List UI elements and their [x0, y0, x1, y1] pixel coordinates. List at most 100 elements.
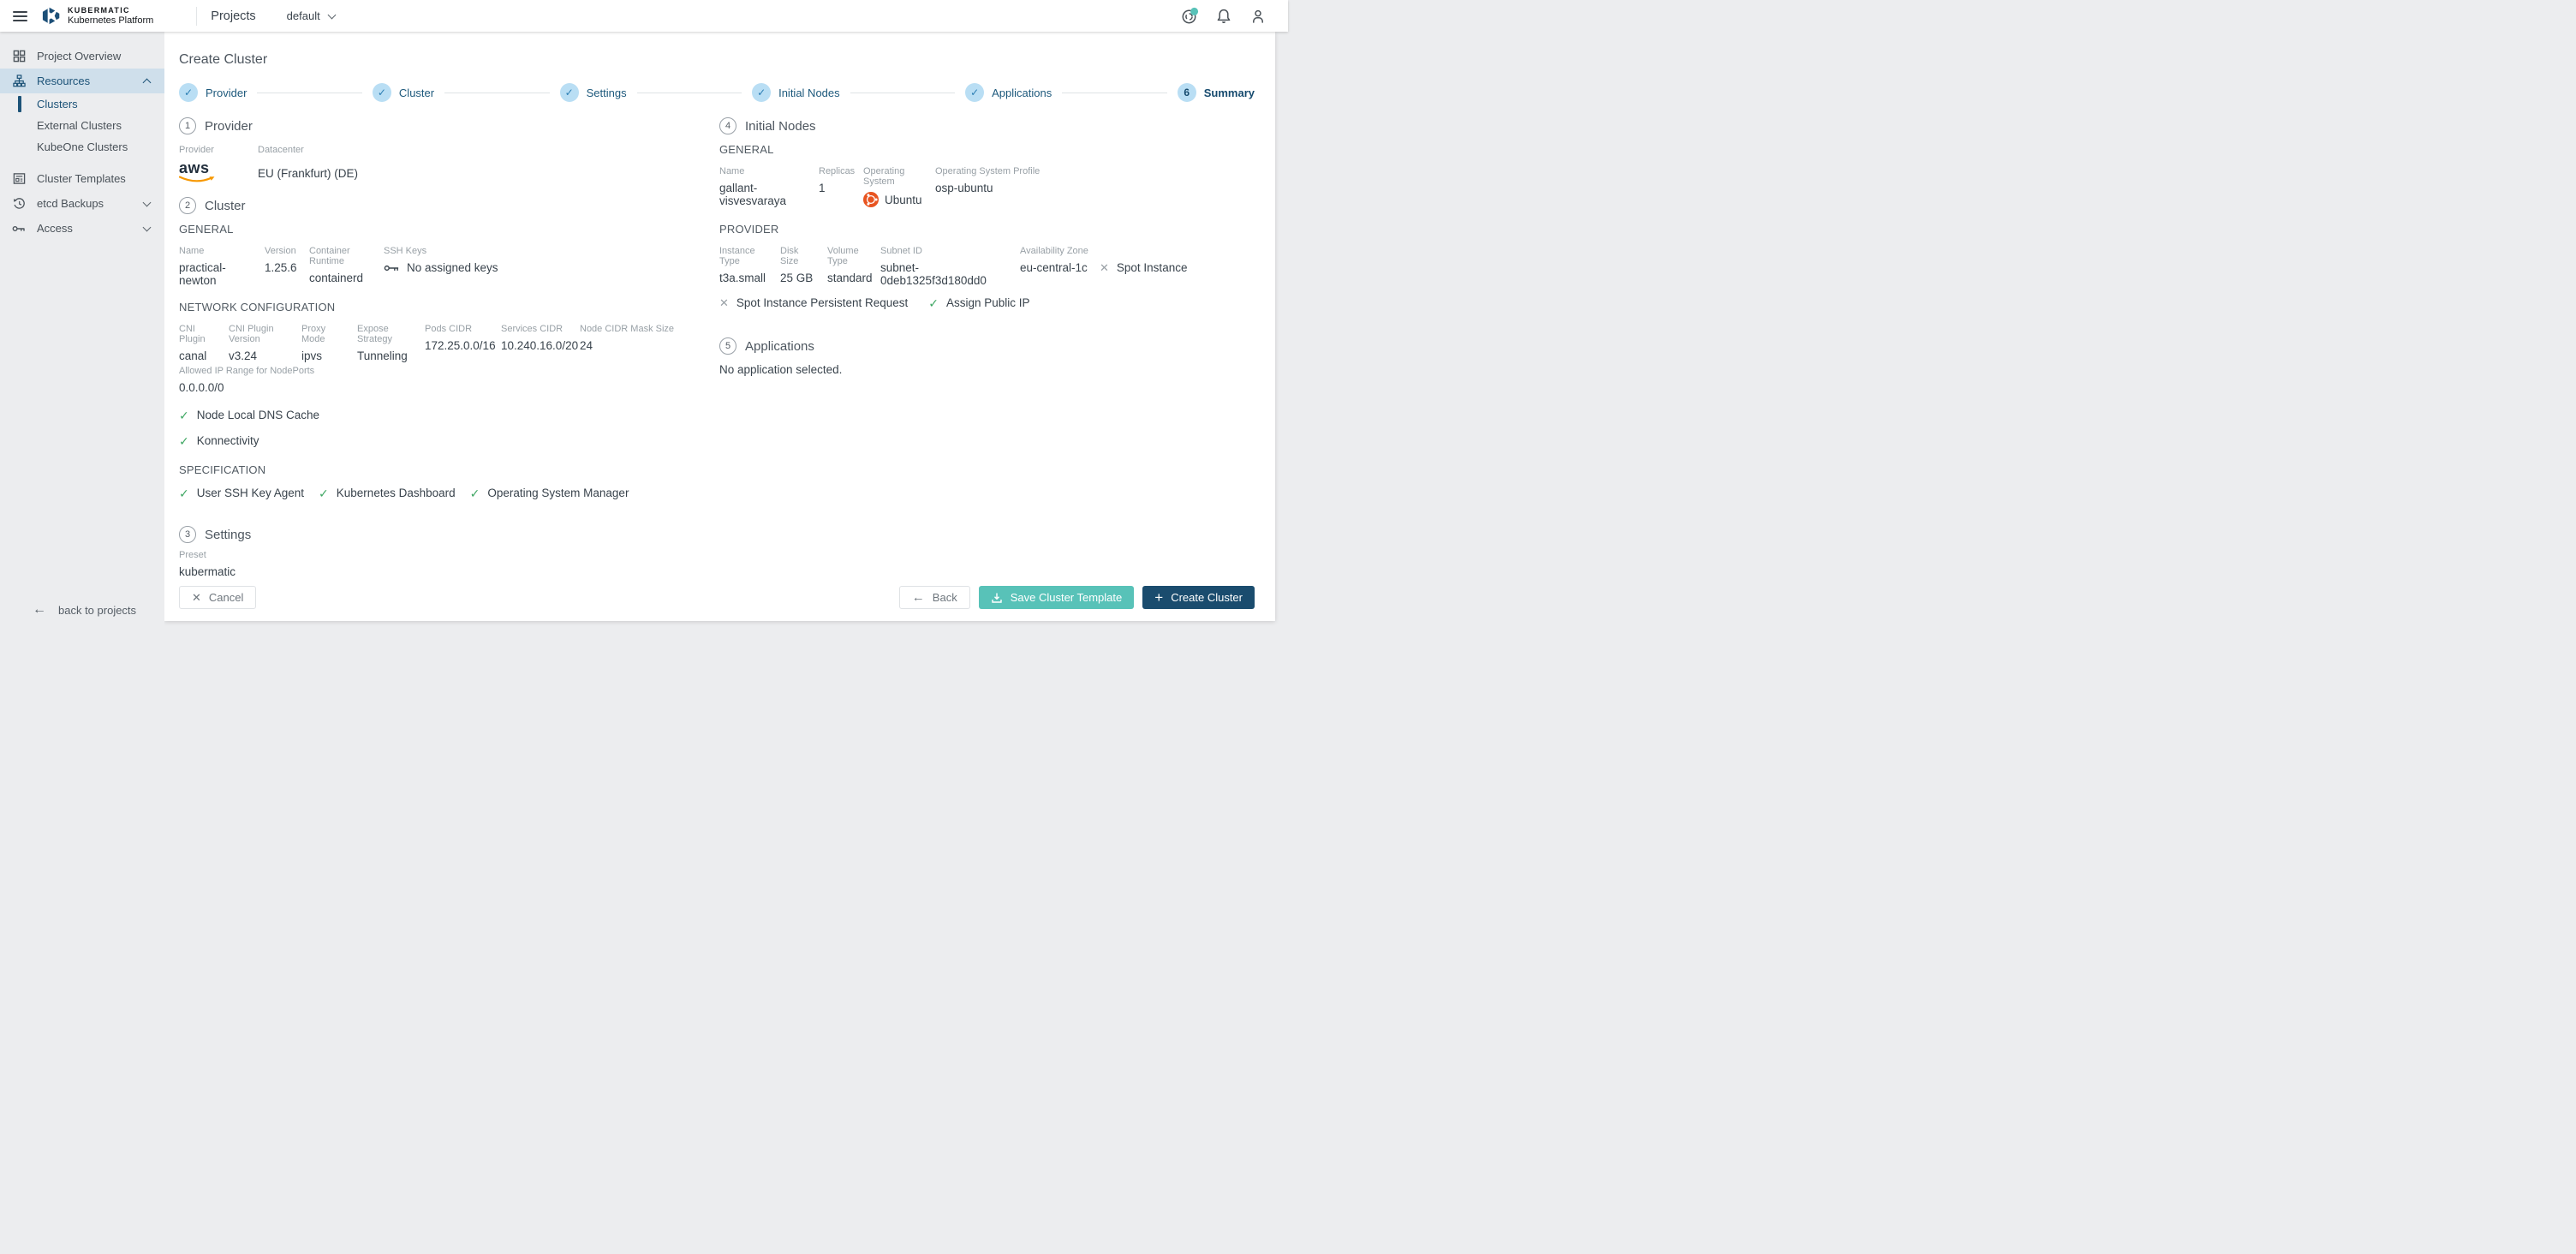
step-done-circle: ✓: [372, 83, 391, 102]
cancel-button-label: Cancel: [208, 591, 244, 604]
create-cluster-label: Create Cluster: [1171, 591, 1243, 604]
menu-icon[interactable]: [13, 10, 27, 21]
subsection-header: GENERAL: [719, 143, 774, 156]
section-cluster: 2 Cluster: [179, 197, 719, 214]
back-button[interactable]: ← Back: [898, 586, 970, 609]
field-label: Preset: [179, 550, 206, 560]
sidebar-subitem-kubeone-clusters[interactable]: KubeOne Clusters: [0, 136, 164, 158]
field-value: canal: [179, 349, 207, 362]
sidebar-item-label: Resources: [37, 75, 91, 87]
field-label: CNI Plugin: [179, 324, 206, 344]
step-label: Summary: [1203, 86, 1255, 99]
step-applications[interactable]: ✓ Applications: [965, 83, 1052, 102]
field-value: Ubuntu: [885, 193, 922, 206]
step-label: Cluster: [398, 86, 435, 99]
brand-name: KUBERMATIC: [68, 5, 130, 15]
project-selector[interactable]: default: [287, 9, 337, 22]
sitemap-icon: [12, 75, 26, 88]
section-title: Provider: [205, 118, 253, 134]
page-title: Create Cluster: [179, 52, 268, 67]
step-provider[interactable]: ✓ Provider: [179, 83, 247, 102]
sidebar-subitem-external-clusters[interactable]: External Clusters: [0, 115, 164, 136]
sidebar-item-access[interactable]: Access: [0, 216, 164, 241]
grid-icon: [12, 50, 26, 63]
feature-label: Operating System Manager: [487, 487, 629, 499]
check-icon: ✓: [319, 486, 329, 500]
step-label: Settings: [586, 86, 627, 99]
field-label: Allowed IP Range for NodePorts: [179, 366, 315, 376]
feature-label: Node Local DNS Cache: [196, 409, 320, 421]
field-label: Volume Type: [827, 246, 859, 266]
sidebar-item-cluster-templates[interactable]: Cluster Templates: [0, 166, 164, 191]
sidebar: Project Overview Resources Clusters Exte…: [0, 32, 164, 627]
wizard-footer: ✕ Cancel ← Back Save Cluster Template + …: [179, 577, 1255, 609]
user-account-icon[interactable]: [1249, 7, 1267, 26]
field-label: Version: [265, 246, 296, 256]
feature-kubernetes-dashboard: ✓ Kubernetes Dashboard: [319, 487, 456, 499]
projects-nav-link[interactable]: Projects: [211, 9, 255, 23]
step-settings[interactable]: ✓ Settings: [559, 83, 627, 102]
field-value: t3a.small: [719, 272, 766, 284]
check-icon: ✓: [183, 87, 194, 99]
brand-logo[interactable]: KUBERMATIC Kubernetes Platform: [41, 6, 153, 26]
step-summary[interactable]: 6 Summary: [1177, 83, 1255, 102]
step-initial-nodes[interactable]: ✓ Initial Nodes: [752, 83, 840, 102]
flag-assign-public-ip: ✓ Assign Public IP: [928, 296, 1029, 309]
section-number: 2: [179, 197, 196, 214]
step-cluster[interactable]: ✓ Cluster: [372, 83, 435, 102]
section-title: Initial Nodes: [745, 118, 816, 134]
notifications-bell-icon[interactable]: [1214, 7, 1233, 26]
sidebar-subitem-label: KubeOne Clusters: [37, 140, 128, 153]
cross-icon: ✕: [719, 296, 729, 309]
check-icon: ✓: [179, 408, 189, 422]
save-cluster-template-button[interactable]: Save Cluster Template: [978, 586, 1135, 609]
section-title: Cluster: [205, 198, 246, 213]
sidebar-item-etcd-backups[interactable]: etcd Backups: [0, 191, 164, 216]
step-label: Provider: [206, 86, 247, 99]
section-number: 3: [179, 526, 196, 543]
sidebar-item-project-overview[interactable]: Project Overview: [0, 44, 164, 69]
back-to-projects-link[interactable]: ← back to projects: [0, 603, 164, 617]
field-value: No assigned keys: [407, 261, 498, 274]
field-value: 0.0.0.0/0: [179, 381, 224, 394]
help-icon[interactable]: [1180, 7, 1199, 26]
step-label: Initial Nodes: [778, 86, 840, 99]
field-label: Operating System Profile: [935, 166, 1041, 176]
check-icon: ✓: [564, 87, 574, 99]
flag-spot-instance: ✕ Spot Instance: [1100, 261, 1187, 274]
template-icon: [12, 172, 26, 186]
flag-label: Spot Instance: [1116, 261, 1188, 274]
feature-label: Kubernetes Dashboard: [336, 487, 456, 499]
flag-spot-instance-persistent-request: ✕ Spot Instance Persistent Request: [719, 296, 908, 309]
ssh-key-icon: [384, 265, 399, 271]
section-initial-nodes: 4 Initial Nodes: [719, 117, 1255, 134]
close-icon: ✕: [192, 591, 201, 604]
check-icon: ✓: [757, 87, 766, 99]
history-icon: [12, 197, 26, 211]
field-label: CNI Plugin Version: [229, 324, 274, 344]
key-icon: [12, 222, 26, 236]
brand-subtitle: Kubernetes Platform: [68, 15, 154, 26]
create-cluster-button[interactable]: + Create Cluster: [1142, 586, 1255, 609]
section-applications: 5 Applications: [719, 337, 1255, 355]
sidebar-subitem-label: Clusters: [37, 98, 78, 110]
sidebar-subitem-label: External Clusters: [37, 119, 122, 132]
check-icon: ✓: [928, 296, 939, 310]
back-button-label: Back: [932, 591, 957, 604]
sidebar-item-resources[interactable]: Resources: [0, 69, 164, 93]
step-number-circle: 6: [1177, 83, 1196, 102]
sidebar-item-label: Access: [37, 222, 73, 235]
cancel-button[interactable]: ✕ Cancel: [179, 586, 257, 609]
field-value: ipvs: [301, 349, 323, 362]
kubermatic-logo-icon: [42, 7, 60, 25]
chevron-down-icon: [142, 223, 152, 231]
back-link-label: back to projects: [58, 603, 137, 617]
plus-icon: +: [1154, 589, 1164, 606]
applications-empty-text: No application selected.: [719, 363, 843, 376]
sidebar-subitem-clusters[interactable]: Clusters: [0, 93, 164, 115]
field-label: Name: [719, 166, 745, 176]
field-value: gallant-visvesvaraya: [719, 182, 787, 207]
field-value: 172.25.0.0/16: [425, 339, 496, 352]
divider: [196, 6, 198, 26]
ubuntu-logo-icon: [863, 192, 879, 207]
